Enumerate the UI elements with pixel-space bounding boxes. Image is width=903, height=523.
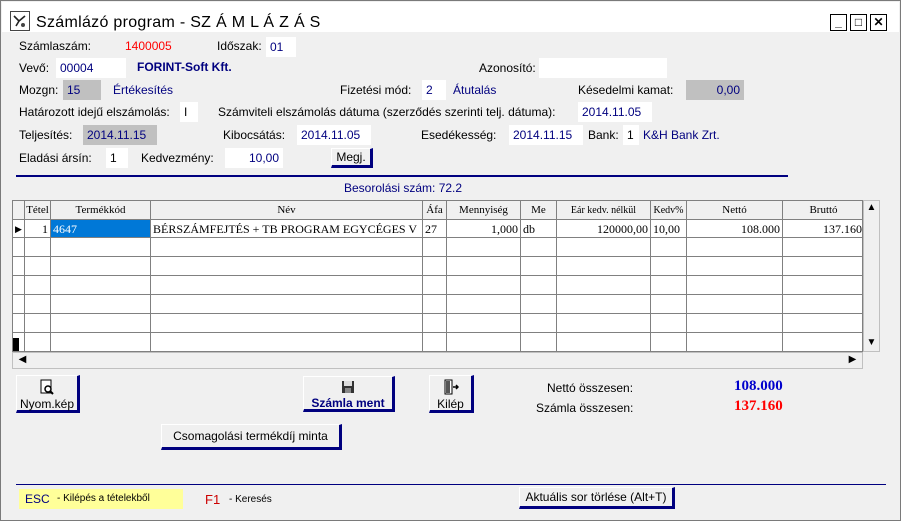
row-pointer-icon: ▶ (13, 220, 25, 238)
besorolas-text: Besorolási szám: 72.2 (344, 181, 463, 195)
hatarozott-label: Határozott idejű elszámolás: (19, 105, 170, 119)
divider (16, 175, 788, 177)
scroll-down-icon[interactable]: ▼ (864, 336, 879, 350)
netto-osszesen-value: 108.000 (734, 378, 783, 394)
bank-label: Bank: (588, 128, 619, 142)
hatarozott-input[interactable]: I (180, 102, 198, 122)
vevo-label: Vevő: (19, 61, 50, 75)
nyomkep-label: Nyom.kép (19, 397, 75, 411)
kesedelmi-label: Késedelmi kamat: (578, 83, 674, 97)
azonosito-input[interactable] (539, 58, 667, 78)
cell-kedv[interactable]: 10,00 (651, 220, 687, 238)
mozgn-name: Értékesítés (113, 83, 174, 97)
fizmod-name: Átutalás (453, 83, 497, 97)
kesedelmi-input[interactable]: 0,00 (686, 80, 744, 100)
kedvezmeny-input[interactable]: 10,00 (225, 148, 283, 168)
col-header-tetel[interactable]: Tétel (25, 201, 51, 220)
exit-door-icon (430, 379, 471, 397)
szamla-ment-label: Számla ment (311, 396, 385, 410)
arsin-label: Eladási ársín: (19, 151, 92, 165)
print-preview-icon (17, 379, 77, 397)
esedekesseg-label: Esedékesség: (421, 128, 497, 142)
close-button[interactable]: ✕ (870, 14, 887, 31)
empty-rows-grid (13, 238, 862, 351)
cell-mennyiseg[interactable]: 1,000 (447, 220, 521, 238)
szamla-osszesen-value: 137.160 (734, 398, 783, 414)
cell-termekkod[interactable]: 4647 (51, 220, 151, 238)
title-bar: Számlázó program - SZ Á M L Á Z Á S _ □ … (2, 2, 899, 32)
szamlaszam-value: 1400005 (125, 39, 172, 53)
items-table[interactable]: Tétel Termékkód Név Áfa Mennyiség Me Eár… (12, 200, 863, 352)
kilep-button[interactable]: Kilép (429, 375, 474, 413)
col-header-ear[interactable]: Eár kedv. nélkül (557, 201, 651, 220)
cell-brutto[interactable]: 137.160 (783, 220, 862, 238)
esc-hint: ESC - Kilépés a tételekből (19, 489, 183, 509)
cell-afa[interactable]: 27 (423, 220, 447, 238)
app-icon (10, 11, 30, 31)
row-indicator-header (13, 201, 25, 220)
f1-key: F1 (205, 492, 221, 507)
netto-osszesen-label: Nettó összesen: (547, 381, 634, 395)
bank-name: K&H Bank Zrt. (643, 128, 720, 142)
mozgn-label: Mozgn: (19, 83, 59, 97)
cell-tetel[interactable]: 1 (25, 220, 51, 238)
f1-text: - Keresés (229, 494, 272, 505)
main-window: Számlázó program - SZ Á M L Á Z Á S _ □ … (0, 0, 901, 521)
col-header-me[interactable]: Me (521, 201, 557, 220)
szamla-ment-button[interactable]: Számla ment (303, 376, 395, 412)
mozgn-code-input[interactable]: 15 (63, 80, 101, 100)
col-header-kedv[interactable]: Kedv% (651, 201, 687, 220)
kibocsatas-input[interactable]: 2014.11.05 (297, 125, 371, 145)
azonosito-label: Azonosító: (479, 61, 536, 75)
bank-code-input[interactable]: 1 (623, 125, 639, 145)
csomagolasi-button[interactable]: Csomagolási termékdíj minta (161, 424, 342, 450)
nyomkep-button[interactable]: Nyom.kép (16, 375, 80, 413)
maximize-button[interactable]: □ (850, 14, 867, 31)
kilep-label: Kilép (437, 397, 464, 411)
window-title: Számlázó program - SZ Á M L Á Z Á S (36, 14, 321, 31)
esedekesseg-input[interactable]: 2014.11.15 (509, 125, 583, 145)
teljesites-label: Teljesítés: (19, 128, 73, 142)
col-header-mennyiseg[interactable]: Mennyiség (447, 201, 521, 220)
vertical-scrollbar[interactable]: ▲ ▼ (863, 200, 880, 352)
esc-text: - Kilépés a tételekből (57, 493, 150, 504)
col-header-afa[interactable]: Áfa (423, 201, 447, 220)
szamviteli-input[interactable]: 2014.11.05 (578, 102, 652, 122)
arsin-input[interactable]: 1 (106, 148, 128, 168)
vevo-code-input[interactable]: 00004 (56, 58, 126, 78)
horizontal-scrollbar[interactable]: ◀ ▶ (12, 352, 863, 369)
cell-ear[interactable]: 120000,00 (557, 220, 651, 238)
teljesites-input[interactable]: 2014.11.15 (83, 125, 157, 145)
col-header-netto[interactable]: Nettó (687, 201, 783, 220)
cell-me[interactable]: db (521, 220, 557, 238)
idoszak-label: Időszak: (217, 39, 262, 53)
scroll-left-icon[interactable]: ◀ (15, 353, 30, 367)
save-icon (304, 380, 392, 396)
idoszak-input[interactable]: 01 (266, 37, 296, 57)
minimize-button[interactable]: _ (830, 14, 847, 31)
megj-button[interactable]: Megj. (331, 148, 373, 168)
cell-netto[interactable]: 108.000 (687, 220, 783, 238)
col-header-termekkod[interactable]: Termékkód (51, 201, 151, 220)
kedvezmeny-label: Kedvezmény: (141, 151, 214, 165)
fizmod-label: Fizetési mód: (340, 83, 412, 97)
col-header-nev[interactable]: Név (151, 201, 423, 220)
scroll-up-icon[interactable]: ▲ (864, 201, 879, 215)
szamla-osszesen-label: Számla összesen: (536, 401, 634, 415)
aktualis-sor-torlese-button[interactable]: Aktuális sor törlése (Alt+T) (519, 487, 675, 509)
vevo-name: FORINT-Soft Kft. (137, 60, 232, 74)
kibocsatas-label: Kibocsátás: (223, 128, 286, 142)
fizmod-code-input[interactable]: 2 (422, 80, 446, 100)
scroll-right-icon[interactable]: ▶ (845, 353, 860, 367)
col-header-brutto[interactable]: Bruttó (783, 201, 862, 220)
szamlaszam-label: Számlaszám: (19, 39, 92, 53)
szamviteli-label: Számviteli elszámolás dátuma (szerződés … (218, 105, 556, 119)
esc-key: ESC (25, 492, 50, 506)
cell-nev[interactable]: BÉRSZÁMFEJTÉS + TB PROGRAM EGYCÉGES V (151, 220, 423, 238)
status-divider (16, 484, 886, 485)
